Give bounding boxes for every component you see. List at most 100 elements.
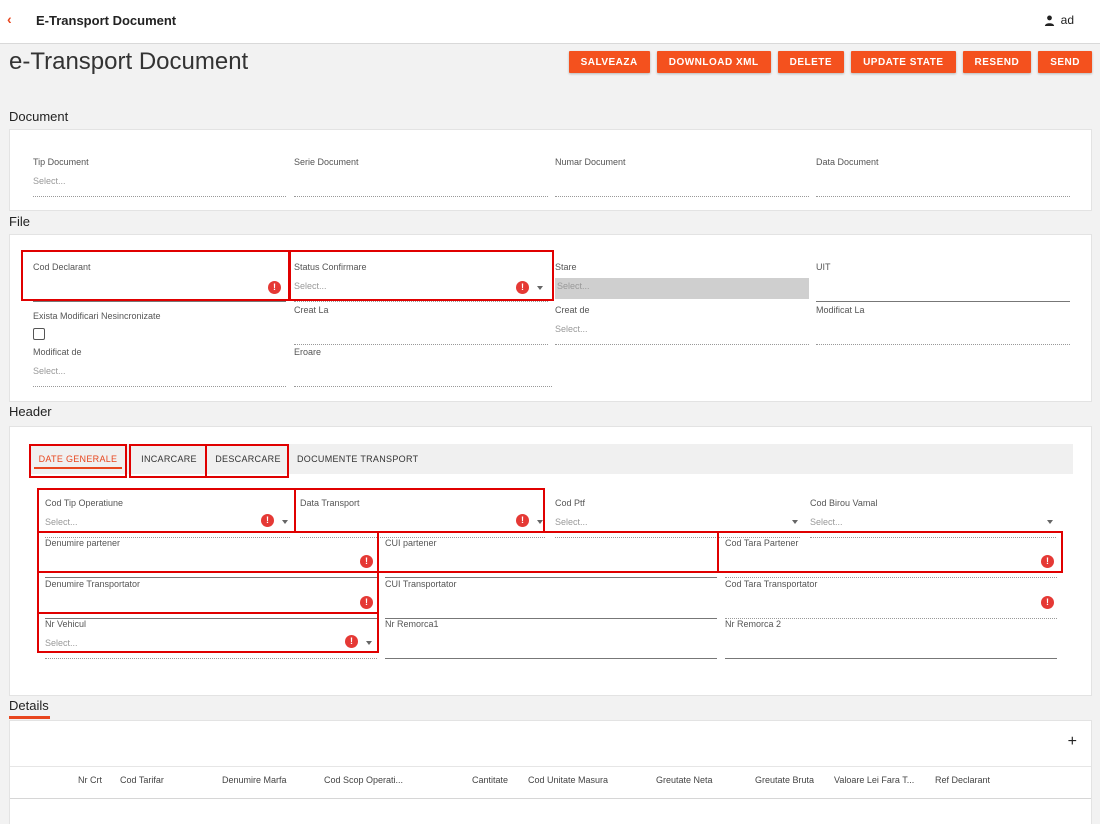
nr-remorca2-field[interactable]: Nr Remorca 2 (725, 619, 1057, 659)
field-label: Cod Ptf (555, 498, 586, 508)
caret-down-icon (792, 520, 798, 524)
field-label: Stare (555, 262, 577, 272)
nr-remorca1-field[interactable]: Nr Remorca1 (385, 619, 717, 659)
field-label: Creat La (294, 305, 329, 315)
highlight-box-denumire-transportator (37, 571, 379, 614)
column-header-valoare-lei[interactable]: Valoare Lei Fara T... (834, 775, 914, 785)
user-menu[interactable]: ad (1044, 13, 1074, 27)
highlight-box-cod-declarant (21, 250, 290, 301)
field-label: Data Document (816, 157, 879, 167)
highlight-box-status-confirmare (289, 250, 554, 301)
tab-documente-transport[interactable]: DOCUMENTE TRANSPORT (297, 444, 437, 474)
exista-modificari-checkbox[interactable] (33, 328, 45, 340)
field-label: Cod Tara Transportator (725, 579, 818, 589)
stare-field: Stare Select... (555, 262, 809, 302)
highlight-box-tab-descarcare (205, 444, 289, 478)
field-label: Modificat de (33, 347, 82, 357)
data-document-field[interactable]: Data Document (816, 157, 1070, 197)
field-underline (816, 196, 1070, 197)
table-header-divider (10, 798, 1091, 799)
document-card: Tip Document Select... Serie Document Nu… (9, 129, 1092, 211)
column-header-cantitate[interactable]: Cantitate (472, 775, 508, 785)
eroare-field[interactable]: Eroare (294, 347, 552, 387)
creat-de-field[interactable]: Creat de Select... (555, 305, 809, 345)
field-underline (294, 196, 548, 197)
field-label: Serie Document (294, 157, 359, 167)
field-label: Nr Remorca1 (385, 619, 439, 629)
caret-down-icon (1047, 520, 1053, 524)
field-value: Select... (33, 366, 66, 376)
field-label: CUI Transportator (385, 579, 457, 589)
modificat-de-field[interactable]: Modificat de Select... (33, 347, 286, 387)
creat-la-field[interactable]: Creat La (294, 305, 548, 345)
download-xml-button[interactable]: DOWNLOAD XML (656, 51, 771, 73)
field-value: Select... (33, 176, 66, 186)
field-label: Tip Document (33, 157, 89, 167)
field-underline (33, 386, 286, 387)
field-value: Select... (810, 517, 843, 527)
field-underline (294, 344, 548, 345)
cui-transportator-field[interactable]: CUI Transportator (385, 579, 717, 619)
column-header-cod-unitate-masura[interactable]: Cod Unitate Masura (528, 775, 608, 785)
section-header-label: Header (9, 404, 52, 419)
column-header-cod-scop-operatiune[interactable]: Cod Scop Operati... (324, 775, 403, 785)
section-document-label: Document (9, 109, 69, 124)
field-label: Creat de (555, 305, 590, 315)
field-underline (294, 301, 548, 302)
highlight-box-cod-tara-partener (717, 531, 1063, 573)
column-header-cod-tarifar[interactable]: Cod Tarifar (120, 775, 164, 785)
resend-button[interactable]: RESEND (962, 51, 1032, 73)
highlight-box-nr-vehicul (37, 612, 379, 653)
highlight-box-tab-incarcare (129, 444, 207, 478)
field-underline (33, 301, 286, 302)
details-label-underline (9, 716, 50, 719)
page-title: e-Transport Document (9, 48, 249, 75)
field-underline (816, 301, 1070, 302)
column-header-nr-crt[interactable]: Nr Crt (78, 775, 102, 785)
error-icon: ! (1041, 596, 1054, 609)
person-icon (1044, 15, 1054, 26)
app-title: E-Transport Document (36, 13, 177, 28)
field-underline (725, 577, 1057, 578)
field-label: Numar Document (555, 157, 626, 167)
highlight-box-cui-partener (377, 531, 719, 573)
send-button[interactable]: SEND (1038, 51, 1092, 73)
action-toolbar: SALVEAZA DOWNLOAD XML DELETE UPDATE STAT… (568, 51, 1092, 73)
back-chevron-icon[interactable]: ‹ (7, 11, 12, 27)
field-underline (45, 658, 377, 659)
highlight-box-tab-date-generale (29, 444, 127, 478)
field-underline (816, 344, 1070, 345)
column-header-greutate-neta[interactable]: Greutate Neta (656, 775, 713, 785)
tip-document-field[interactable]: Tip Document Select... (33, 157, 286, 197)
field-underline (294, 386, 552, 387)
field-underline (385, 577, 717, 578)
details-card: + Nr Crt Cod Tarifar Denumire Marfa Cod … (9, 720, 1092, 824)
table-top-divider (10, 766, 1091, 767)
top-app-bar: ‹ E-Transport Document ad (0, 0, 1100, 44)
section-details-label: Details (9, 698, 49, 713)
field-underline (725, 658, 1057, 659)
field-underline (385, 658, 717, 659)
field-label: UIT (816, 262, 831, 272)
disabled-background (555, 278, 809, 299)
column-header-greutate-bruta[interactable]: Greutate Bruta (755, 775, 814, 785)
salveaza-button[interactable]: SALVEAZA (568, 51, 650, 73)
highlight-box-cod-tip-operatiune (37, 488, 296, 533)
field-value: Select... (555, 517, 588, 527)
numar-document-field[interactable]: Numar Document (555, 157, 809, 197)
tab-label: DOCUMENTE TRANSPORT (297, 454, 419, 464)
column-header-ref-declarant[interactable]: Ref Declarant (935, 775, 990, 785)
delete-button[interactable]: DELETE (777, 51, 845, 73)
serie-document-field[interactable]: Serie Document (294, 157, 548, 197)
field-label: Nr Remorca 2 (725, 619, 782, 629)
field-underline (555, 344, 809, 345)
uit-field[interactable]: UIT (816, 262, 1070, 302)
cod-tara-transportator-field[interactable]: Cod Tara Transportator ! (725, 579, 1057, 619)
user-name: ad (1060, 13, 1074, 27)
field-underline (555, 196, 809, 197)
plus-icon[interactable]: + (1068, 733, 1077, 751)
modificat-la-field[interactable]: Modificat La (816, 305, 1070, 345)
update-state-button[interactable]: UPDATE STATE (851, 51, 956, 73)
field-underline (33, 196, 286, 197)
column-header-denumire-marfa[interactable]: Denumire Marfa (222, 775, 287, 785)
